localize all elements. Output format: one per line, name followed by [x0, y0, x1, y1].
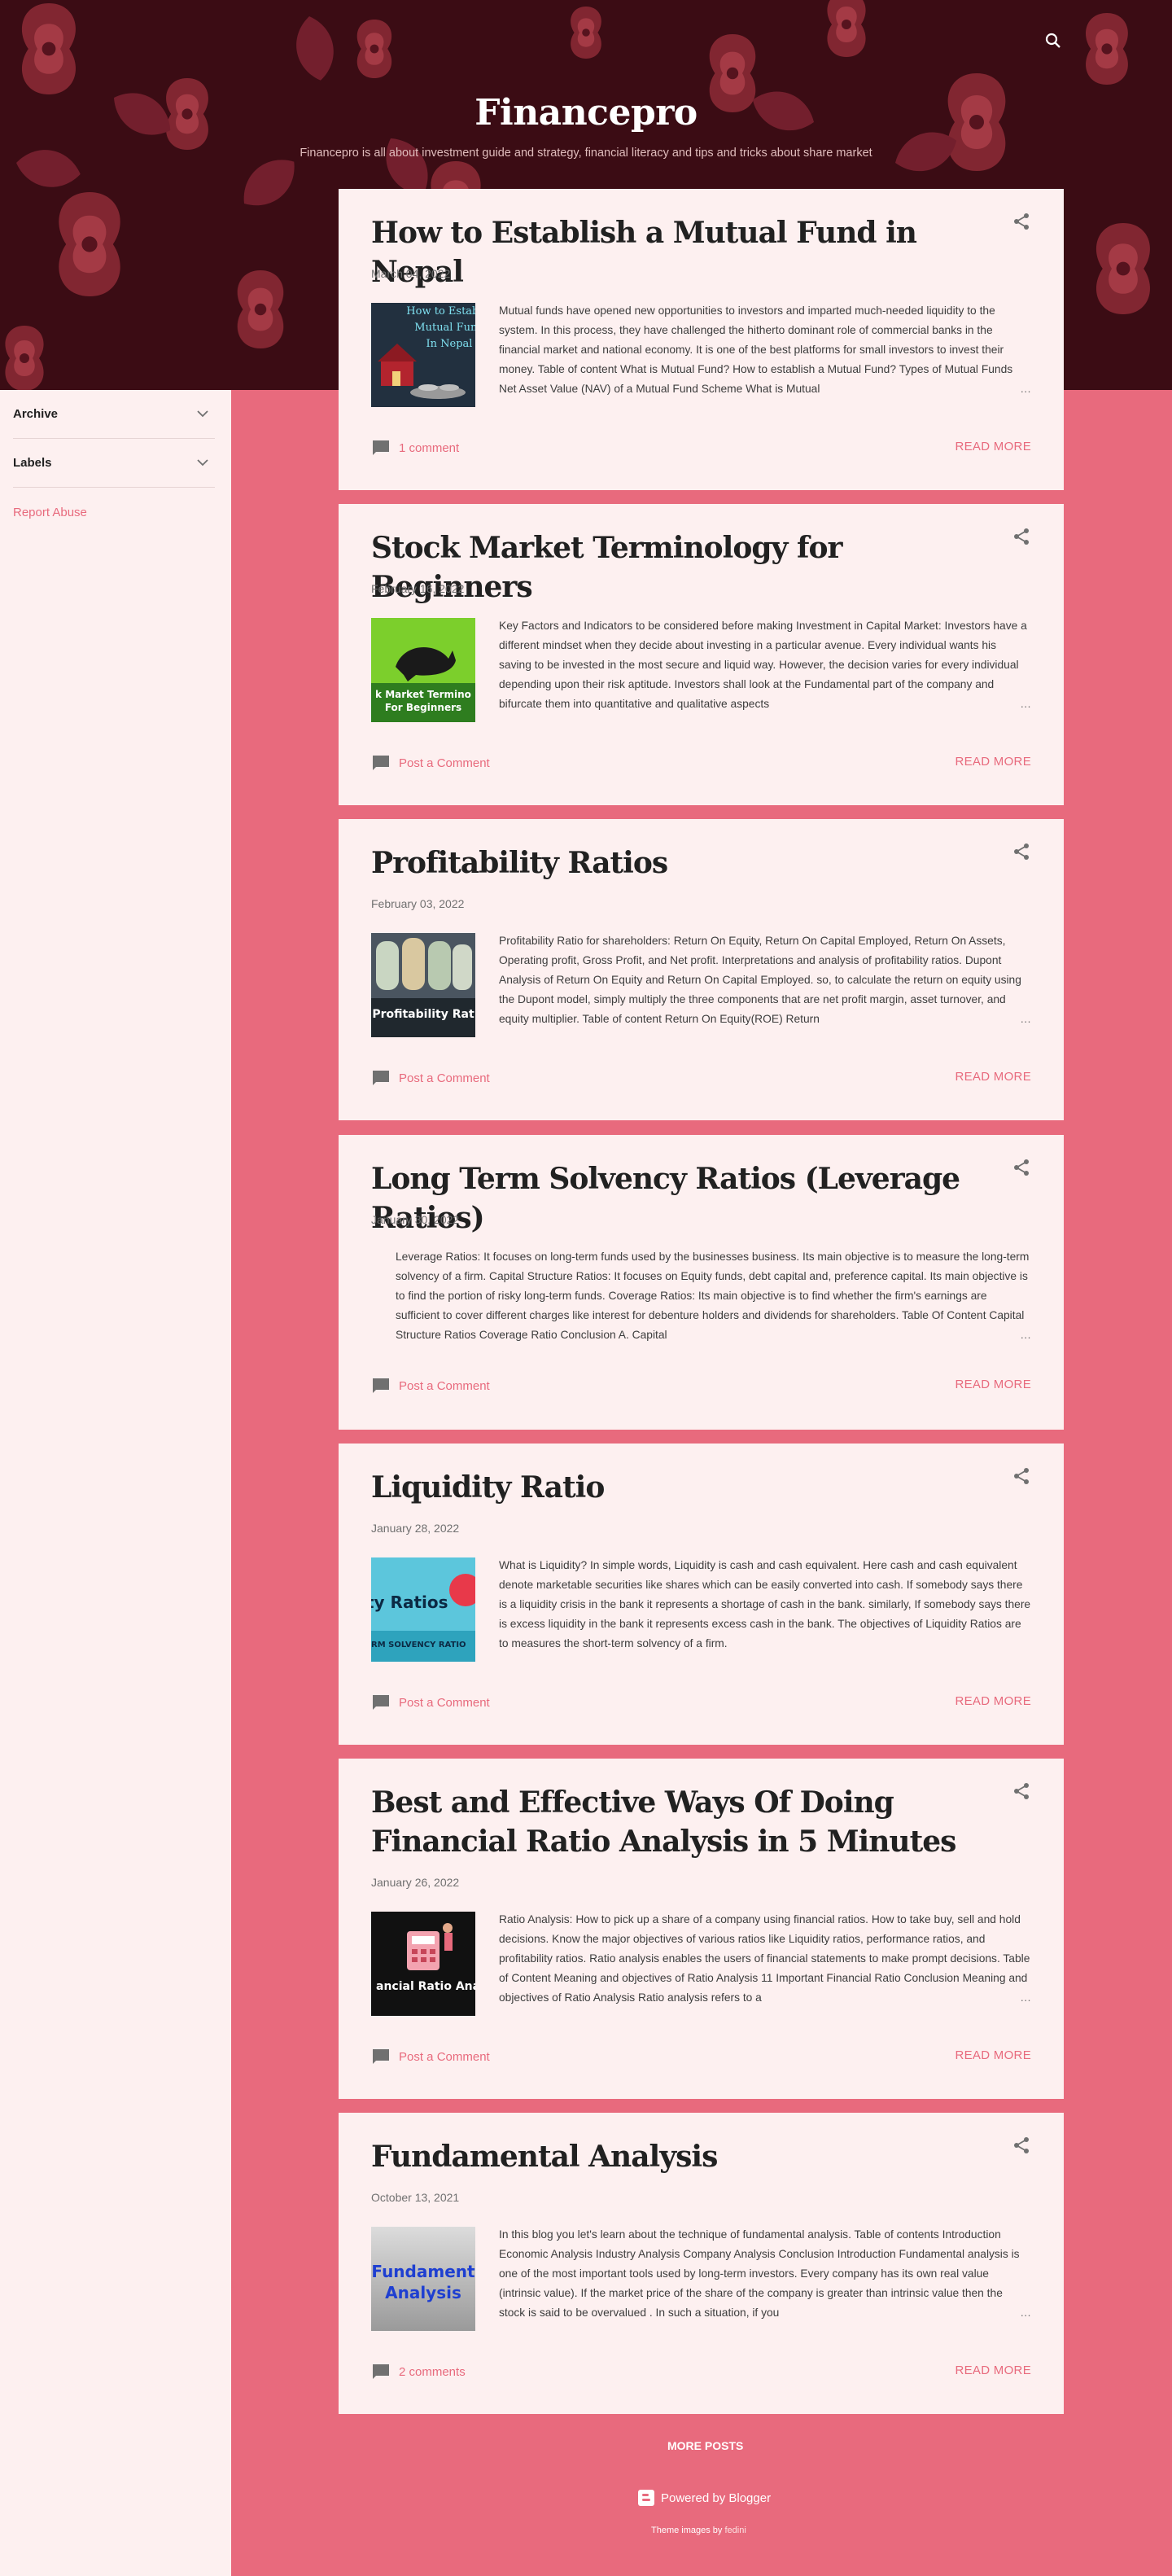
sidebar-archive[interactable]: Archive [13, 390, 215, 439]
svg-text:Fundament: Fundament [371, 2262, 475, 2281]
svg-text:k Market Termino: k Market Termino [375, 689, 471, 700]
post-title[interactable]: Long Term Solvency Ratios (Leverage Rati… [371, 1159, 999, 1238]
post-date: February 16, 2022 [371, 582, 465, 595]
labels-label: Labels [13, 456, 52, 470]
post-card: Profitability Ratios February 03, 2022 P… [339, 819, 1064, 1120]
post-thumbnail[interactable]: Profitability Rat [371, 933, 475, 1037]
post-snippet: What is Liquidity? In simple words, Liqu… [499, 1559, 1031, 1649]
post-date: January 30, 2022 [371, 1213, 460, 1226]
post-snippet: Leverage Ratios: It focuses on long-term… [396, 1247, 1031, 1345]
post-date: February 03, 2022 [371, 897, 465, 910]
post-title[interactable]: Fundamental Analysis [371, 2137, 999, 2176]
share-icon[interactable] [1012, 1781, 1031, 1801]
post-thumbnail[interactable]: k Market Termino For Beginners [371, 618, 475, 722]
comments-link[interactable]: Post a Comment [371, 1068, 490, 1088]
post-snippet: Ratio Analysis: How to pick up a share o… [499, 1910, 1031, 2008]
post-card: Liquidity Ratio January 28, 2022 ty Rati… [339, 1444, 1064, 1745]
sidebar-labels[interactable]: Labels [13, 439, 215, 488]
share-icon[interactable] [1012, 212, 1031, 231]
svg-text:How to Establi: How to Establi [406, 305, 475, 318]
bull-image: k Market Termino For Beginners [371, 618, 475, 722]
read-more-link[interactable]: READ MORE [955, 440, 1031, 453]
post-thumbnail[interactable]: How to Establi Mutual Fund In Nepal [371, 303, 475, 407]
chevron-down-icon [197, 459, 208, 467]
sidebar: Archive Labels Report Abuse [0, 390, 231, 2576]
svg-text:RM SOLVENCY RATIO: RM SOLVENCY RATIO [371, 1641, 466, 1649]
archive-label: Archive [13, 407, 59, 421]
search-icon[interactable] [1043, 31, 1063, 50]
share-icon[interactable] [1012, 1158, 1031, 1177]
blogger-icon [638, 2490, 654, 2506]
more-posts-link[interactable]: MORE POSTS [667, 2439, 743, 2452]
svg-text:Profitability Rat: Profitability Rat [372, 1008, 474, 1021]
svg-text:In Nepal: In Nepal [426, 338, 473, 350]
money-rolls-image: Profitability Rat [371, 933, 475, 1037]
site-title[interactable]: Financepro [0, 92, 1172, 134]
post-card: Best and Effective Ways Of Doing Financi… [339, 1759, 1064, 2099]
post-date: January 28, 2022 [371, 1522, 460, 1535]
comments-link[interactable]: 2 comments [371, 2362, 466, 2381]
post-card: How to Establish a Mutual Fund in Nepal … [339, 189, 1064, 490]
svg-text:Analysis: Analysis [385, 2283, 461, 2302]
comment-icon [373, 1378, 389, 1393]
comments-link[interactable]: Post a Comment [371, 2047, 490, 2066]
post-snippet: Profitability Ratio for shareholders: Re… [499, 931, 1031, 1029]
post-date: October 13, 2021 [371, 2191, 460, 2204]
post-date: March 04, 2022 [371, 267, 451, 280]
post-card: Stock Market Terminology for Beginners F… [339, 504, 1064, 805]
post-title[interactable]: Stock Market Terminology for Beginners [371, 528, 999, 607]
svg-text:ancial Ratio Analy: ancial Ratio Analy [376, 1980, 475, 1993]
post-title[interactable]: How to Establish a Mutual Fund in Nepal [371, 213, 999, 291]
comment-icon [373, 1071, 389, 1085]
post-thumbnail[interactable]: Fundament Analysis [371, 2227, 475, 2331]
read-more-link[interactable]: READ MORE [955, 1694, 1031, 1708]
post-title[interactable]: Profitability Ratios [371, 843, 999, 883]
chevron-down-icon [197, 410, 208, 418]
svg-text:For Beginners: For Beginners [385, 702, 461, 713]
comment-icon [373, 2364, 389, 2379]
fundamental-analysis-image: Fundament Analysis [371, 2227, 475, 2331]
post-snippet: Key Factors and Indicators to be conside… [499, 616, 1031, 714]
comments-link[interactable]: Post a Comment [371, 1376, 490, 1395]
share-icon[interactable] [1012, 2136, 1031, 2155]
post-date: January 26, 2022 [371, 1876, 460, 1889]
share-icon[interactable] [1012, 527, 1031, 546]
comments-link[interactable]: Post a Comment [371, 1693, 490, 1712]
calculator-image: ancial Ratio Analy [371, 1912, 475, 2016]
read-more-link[interactable]: READ MORE [955, 1070, 1031, 1084]
comments-link[interactable]: 1 comment [371, 438, 459, 458]
post-card: Long Term Solvency Ratios (Leverage Rati… [339, 1135, 1064, 1430]
svg-text:Mutual Fund: Mutual Fund [414, 322, 475, 334]
house-coins-image: How to Establi Mutual Fund In Nepal [371, 303, 475, 407]
comment-icon [373, 440, 389, 455]
theme-credit: Theme images by fedini [651, 2526, 746, 2535]
post-title[interactable]: Liquidity Ratio [371, 1468, 999, 1507]
powered-by-blogger-link[interactable]: Powered by Blogger [638, 2490, 771, 2506]
post-thumbnail[interactable]: ty Ratios RM SOLVENCY RATIO [371, 1557, 475, 1662]
liquidity-image: ty Ratios RM SOLVENCY RATIO [371, 1557, 475, 1662]
read-more-link[interactable]: READ MORE [955, 755, 1031, 769]
site-description: Financepro is all about investment guide… [300, 147, 872, 160]
share-icon[interactable] [1012, 1466, 1031, 1486]
read-more-link[interactable]: READ MORE [955, 2048, 1031, 2062]
post-snippet: Mutual funds have opened new opportuniti… [499, 301, 1031, 399]
report-abuse-link[interactable]: Report Abuse [13, 506, 87, 519]
theme-author-link[interactable]: fedini [724, 2526, 746, 2535]
read-more-link[interactable]: READ MORE [955, 1378, 1031, 1391]
share-icon[interactable] [1012, 842, 1031, 861]
post-thumbnail[interactable]: ancial Ratio Analy [371, 1912, 475, 2016]
post-title[interactable]: Best and Effective Ways Of Doing Financi… [371, 1783, 999, 1861]
svg-text:ty Ratios: ty Ratios [371, 1592, 448, 1612]
comments-link[interactable]: Post a Comment [371, 753, 490, 773]
comment-icon [373, 2049, 389, 2064]
read-more-link[interactable]: READ MORE [955, 2364, 1031, 2377]
post-snippet: In this blog you let's learn about the t… [499, 2225, 1031, 2323]
comment-icon [373, 756, 389, 770]
post-card: Fundamental Analysis October 13, 2021 Fu… [339, 2113, 1064, 2414]
comment-icon [373, 1695, 389, 1710]
